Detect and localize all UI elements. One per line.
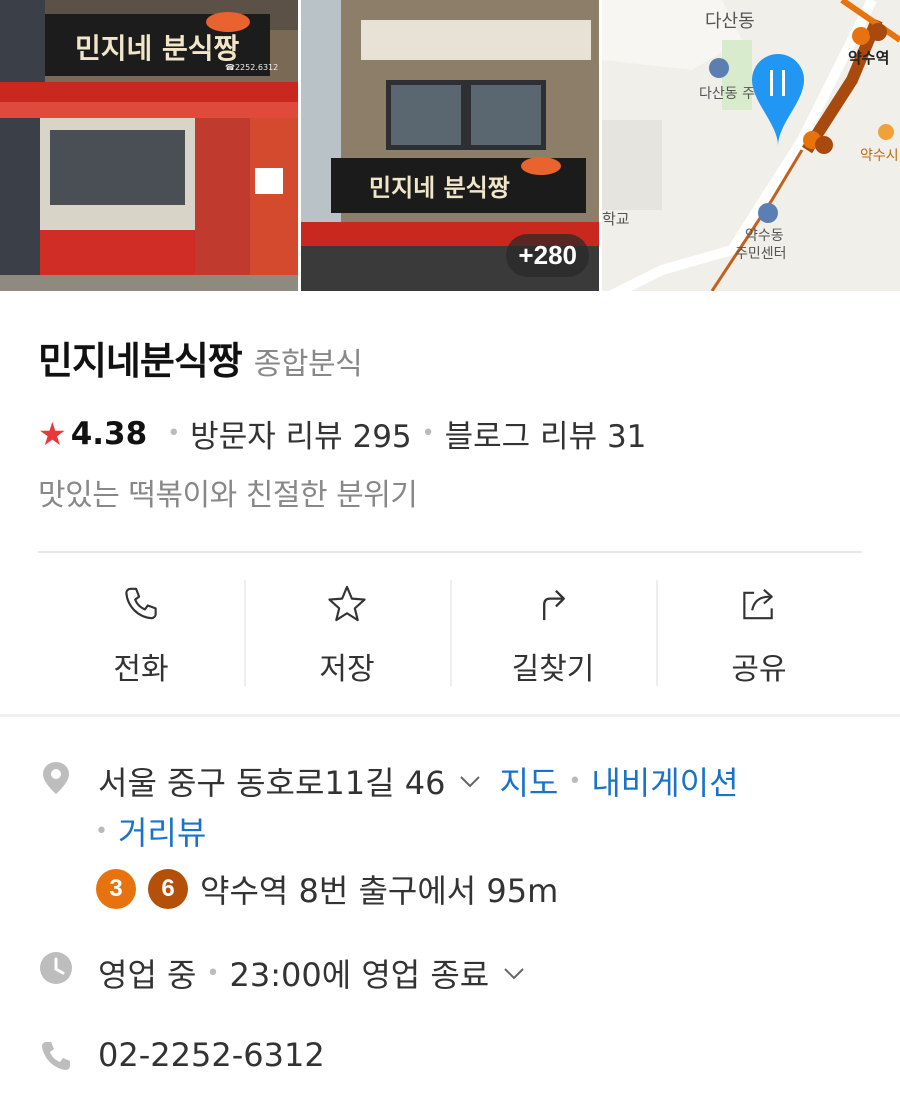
location-pin-icon <box>43 762 69 794</box>
blog-reviews-link[interactable]: 블로그 리뷰 31 <box>445 411 647 456</box>
chevron-down-icon[interactable] <box>459 770 481 792</box>
map-label-office-2b: 주민센터 <box>735 246 787 262</box>
address-row: 서울 중구 동호로11길 46 지도 • 내비게이션 <box>98 758 739 804</box>
save-label: 저장 <box>319 652 375 687</box>
address-row-2: • 거리뷰 <box>95 808 206 854</box>
map-link[interactable]: 지도 <box>499 758 558 804</box>
divider <box>38 551 862 553</box>
open-status: 영업 중 <box>98 956 197 994</box>
phone-number[interactable]: 02-2252-6312 <box>98 1036 325 1074</box>
call-button[interactable]: 전화 <box>38 580 244 688</box>
save-button[interactable]: 저장 <box>244 580 450 688</box>
address-text[interactable]: 서울 중구 동호로11길 46 <box>98 758 445 804</box>
phone-icon <box>42 1042 70 1070</box>
chevron-down-icon[interactable] <box>503 962 525 984</box>
share-icon <box>743 589 773 620</box>
directions-button[interactable]: 길찾기 <box>450 580 656 688</box>
star-outline-icon <box>328 585 366 622</box>
storefront-photo[interactable]: 민지네 분식짱 ☎2252.6312 <box>0 0 298 291</box>
separator-dot: • <box>568 768 582 794</box>
subway-directions: 약수역 8번 출구에서 95m <box>200 872 559 910</box>
photo-strip: 민지네 분식짱 ☎2252.6312 민지네 분식짱 +280 다산동 다산동 … <box>0 0 900 291</box>
map-thumbnail[interactable]: 다산동 다산동 주민센 약수역 학교 약수동 주민센터 약수시 <box>602 0 900 291</box>
directions-icon <box>543 589 565 621</box>
section-divider <box>0 714 900 717</box>
rating-row: ★ 4.38 • 방문자 리뷰 295 • 블로그 리뷰 31 <box>38 411 646 456</box>
separator-dot: • <box>95 818 108 844</box>
separator-dot: • <box>167 421 181 446</box>
place-category: 종합분식 <box>253 347 363 382</box>
subway-info: 3 6 약수역 8번 출구에서 95m <box>96 866 558 912</box>
navigation-link[interactable]: 내비게이션 <box>591 758 738 804</box>
share-button[interactable]: 공유 <box>656 580 862 688</box>
map-label-office-2a: 약수동 <box>745 228 784 244</box>
sign-text: 민지네 분식짱 <box>75 32 240 65</box>
sign-phone: ☎2252.6312 <box>225 63 278 72</box>
rating-value: 4.38 <box>70 415 148 452</box>
map-label-school: 학교 <box>602 210 630 228</box>
title-row: 민지네분식짱 종합분식 <box>38 330 363 385</box>
directions-label: 길찾기 <box>511 652 595 687</box>
clock-icon <box>40 952 72 984</box>
subway-line-6-badge: 6 <box>148 869 188 909</box>
place-name: 민지네분식짱 <box>38 339 243 383</box>
hours-row[interactable]: 영업 중 • 23:00에 영업 종료 <box>98 950 543 996</box>
map-label-station: 약수역 <box>848 49 889 67</box>
subway-line-3-badge: 3 <box>96 869 136 909</box>
more-photos-badge[interactable]: +280 <box>506 234 589 277</box>
sign-text-2: 민지네 분식짱 <box>369 174 510 202</box>
separator-dot: • <box>206 960 220 986</box>
share-label: 공유 <box>731 652 787 687</box>
visitor-reviews-link[interactable]: 방문자 리뷰 295 <box>190 411 411 456</box>
place-tagline: 맛있는 떡볶이와 친절한 분위기 <box>38 478 418 513</box>
separator-dot: • <box>421 421 435 446</box>
street-view-link[interactable]: 거리뷰 <box>118 808 206 854</box>
call-label: 전화 <box>113 652 169 687</box>
action-bar: 전화 저장 길찾기 공유 <box>38 580 862 688</box>
building-photo[interactable]: 민지네 분식짱 +280 <box>301 0 599 291</box>
phone-icon <box>125 587 157 620</box>
star-icon: ★ <box>38 414 67 453</box>
map-label-corner: 약수시 <box>860 148 899 164</box>
map-label-district: 다산동 <box>705 11 755 32</box>
closing-time: 23:00에 영업 종료 <box>229 956 490 994</box>
